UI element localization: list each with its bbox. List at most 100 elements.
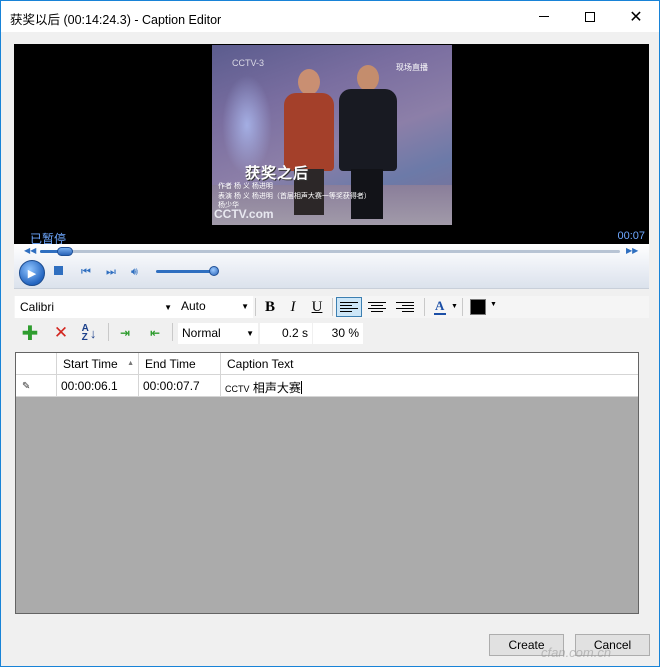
performer-left-head [298, 69, 320, 95]
column-header-caption-text[interactable]: Caption Text [221, 353, 638, 374]
toolbar-divider [424, 298, 425, 316]
opacity-field[interactable]: 30 % [313, 323, 363, 344]
shift-up-icon: ⇤ [149, 326, 161, 340]
chevron-down-icon: ▼ [490, 301, 497, 308]
sort-button[interactable]: A Z ↓ [78, 323, 100, 343]
align-center-button[interactable] [364, 297, 390, 317]
shift-down-icon: ⇥ [119, 326, 131, 340]
rewind-icon[interactable]: ◀◀ [24, 247, 36, 255]
add-caption-button[interactable]: ✚ [19, 322, 41, 345]
volume-button[interactable]: 🔊︎ [131, 266, 138, 278]
seek-thumb[interactable] [57, 247, 74, 256]
play-button[interactable]: ▶ [19, 260, 45, 286]
channel-logo-top: CCTV-3 [232, 58, 265, 68]
stop-button[interactable] [54, 266, 63, 278]
sort-az-icon: A Z ↓ [81, 323, 97, 343]
volume-icon: 🔊︎ [131, 266, 138, 278]
end-time-cell[interactable]: 00:00:07.7 [139, 375, 221, 396]
toolbar-divider [108, 323, 109, 341]
font-family-select[interactable]: Calibri ▼ [15, 296, 177, 318]
next-icon: ⏭ [106, 266, 116, 278]
minimize-button[interactable] [521, 1, 567, 32]
performer-left-jacket [284, 93, 334, 171]
video-frame: CCTV-3 现场直播 获奖之后 作者 杨 义 杨进明 表演 杨 义 杨进明（首… [212, 45, 452, 225]
performer-right-jacket [339, 89, 397, 171]
maximize-icon [585, 11, 595, 22]
align-left-icon [340, 302, 358, 312]
delete-caption-button[interactable]: ✕ [50, 323, 72, 343]
video-player[interactable]: CCTV-3 现场直播 获奖之后 作者 杨 义 杨进明 表演 杨 义 杨进明（首… [14, 44, 649, 246]
caption-style-value: Normal [182, 326, 221, 340]
italic-button[interactable]: I [282, 297, 304, 317]
caption-text-value: 相声大赛 [249, 381, 301, 395]
row-header-corner [16, 353, 57, 374]
row-edit-icon: ✎ [16, 375, 57, 396]
credit-line-2: 表演 杨 义 杨进明（首届相声大赛一等奖获得者） [218, 193, 371, 200]
transport-bar: ◀◀ ▶▶ ▶ ⏮ ⏭ 🔊︎ [14, 244, 649, 289]
maximize-button[interactable] [567, 1, 613, 32]
align-left-button[interactable] [336, 297, 362, 317]
background-color-button[interactable]: ▼ [468, 298, 498, 316]
grid-header: Start Time ▲ End Time Caption Text [16, 353, 638, 375]
font-color-icon: A [435, 298, 445, 313]
live-badge: 现场直播 [396, 63, 428, 72]
font-color-indicator [434, 313, 446, 315]
window-title: 获奖以后 (00:14:24.3) - Caption Editor [10, 13, 222, 27]
program-title-overlay: 获奖之后 [245, 165, 310, 182]
shift-earlier-button[interactable]: ⇥ [114, 323, 136, 343]
start-time-cell[interactable]: 00:00:06.1 [57, 375, 139, 396]
channel-logo-bottom: CCTV.com [214, 207, 274, 221]
previous-icon: ⏮ [81, 266, 91, 278]
performer-right-head [357, 65, 379, 91]
play-icon: ▶ [27, 267, 37, 280]
align-center-icon [368, 302, 386, 312]
watermark: cfan.com.cn [541, 645, 612, 660]
credit-line-1: 作者 杨 义 杨进明 [218, 183, 273, 190]
caption-grid[interactable]: Start Time ▲ End Time Caption Text ✎ 00:… [15, 352, 639, 614]
font-family-value: Calibri [20, 300, 55, 314]
toolbar-divider [255, 298, 256, 316]
background-color-swatch [470, 299, 486, 315]
elapsed-time: 00:07 [617, 230, 645, 242]
underline-button[interactable]: U [306, 297, 328, 317]
stop-icon [54, 266, 63, 275]
minimize-icon [539, 16, 549, 17]
fast-forward-icon[interactable]: ▶▶ [626, 247, 638, 255]
chevron-down-icon: ▼ [451, 302, 458, 310]
toolbar-divider [332, 298, 333, 316]
align-right-icon [396, 302, 414, 312]
add-icon: ✚ [21, 322, 39, 345]
column-header-label: Start Time [63, 357, 118, 371]
caption-style-select[interactable]: Normal ▼ [178, 323, 258, 344]
chevron-down-icon: ▼ [241, 302, 249, 311]
align-right-button[interactable] [392, 297, 418, 317]
toolbar-divider [172, 323, 173, 341]
column-header-start-time[interactable]: Start Time ▲ [57, 353, 139, 374]
font-size-value: Auto [181, 299, 206, 313]
volume-thumb[interactable] [208, 266, 219, 276]
caption-text-cell[interactable]: CCTV 相声大赛 [221, 375, 638, 396]
next-button[interactable]: ⏭ [106, 266, 116, 278]
chevron-down-icon: ▼ [164, 303, 172, 312]
close-button[interactable]: ✕ [613, 1, 659, 32]
close-icon: ✕ [629, 8, 643, 26]
caption-text-prefix: CCTV [225, 384, 250, 394]
stage-light [222, 75, 272, 175]
delete-icon: ✕ [53, 323, 69, 342]
text-cursor [300, 381, 302, 394]
chevron-down-icon: ▼ [246, 329, 254, 338]
column-header-end-time[interactable]: End Time [139, 353, 221, 374]
edit-toolbar: ✚ ✕ A Z ↓ ⇥ ⇤ Normal ▼ 0.2 s 30 % [14, 321, 649, 345]
previous-button[interactable]: ⏮ [81, 266, 91, 278]
bold-button[interactable]: B [259, 297, 281, 317]
title-bar: 获奖以后 (00:14:24.3) - Caption Editor ✕ [1, 1, 659, 32]
toolbar-divider [462, 298, 463, 316]
format-toolbar: Calibri ▼ Auto ▼ B I U A ▼ ▼ [14, 296, 649, 318]
caption-editor-window: 获奖以后 (00:14:24.3) - Caption Editor ✕ CCT… [0, 0, 660, 667]
shift-later-button[interactable]: ⇤ [144, 323, 166, 343]
font-size-select[interactable]: Auto ▼ [177, 296, 253, 318]
duration-field[interactable]: 0.2 s [260, 323, 312, 344]
font-color-button[interactable]: A ▼ [430, 297, 458, 317]
seek-slider[interactable] [40, 247, 620, 256]
table-row[interactable]: ✎ 00:00:06.1 00:00:07.7 CCTV 相声大赛 [16, 375, 638, 397]
